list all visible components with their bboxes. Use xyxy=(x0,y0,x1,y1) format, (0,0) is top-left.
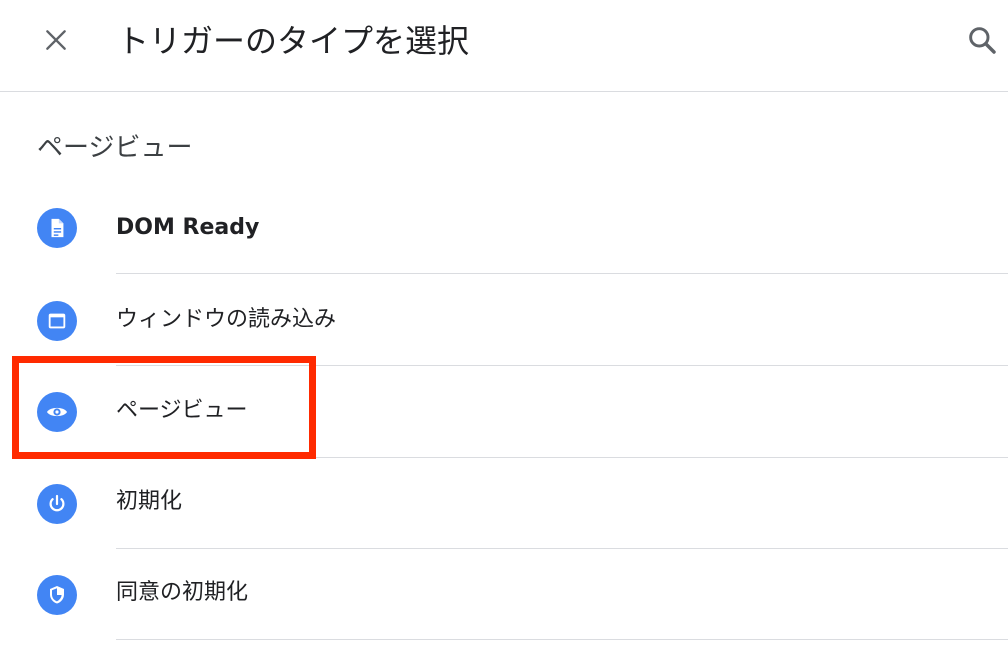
section-title: ページビュー xyxy=(37,133,193,163)
search-button[interactable] xyxy=(962,20,1002,60)
divider xyxy=(116,548,1008,549)
trigger-item-label: ページビュー xyxy=(116,398,248,423)
divider xyxy=(116,639,1008,640)
trigger-item-label: DOM Ready xyxy=(116,215,260,240)
trigger-item-label: ウィンドウの読み込み xyxy=(116,307,337,332)
document-icon xyxy=(37,208,77,248)
page-title: トリガーのタイプを選択 xyxy=(117,22,470,60)
search-icon xyxy=(969,27,996,54)
shield-icon xyxy=(37,575,77,615)
trigger-item-initialization[interactable]: 初期化 xyxy=(0,458,1008,550)
trigger-item-consent-initialization[interactable]: 同意の初期化 xyxy=(0,550,1008,642)
close-icon xyxy=(46,30,66,50)
window-icon xyxy=(37,301,77,341)
dialog-header: トリガーのタイプを選択 xyxy=(0,0,1008,92)
trigger-item-label: 同意の初期化 xyxy=(116,580,249,605)
close-button[interactable] xyxy=(38,22,74,58)
trigger-item-page-view[interactable]: ページビュー xyxy=(0,366,1008,458)
power-icon xyxy=(37,484,77,524)
trigger-item-window-load[interactable]: ウィンドウの読み込み xyxy=(0,274,1008,366)
trigger-item-dom-ready[interactable]: DOM Ready xyxy=(0,182,1008,274)
trigger-item-label: 初期化 xyxy=(116,489,183,514)
eye-icon xyxy=(37,392,77,432)
